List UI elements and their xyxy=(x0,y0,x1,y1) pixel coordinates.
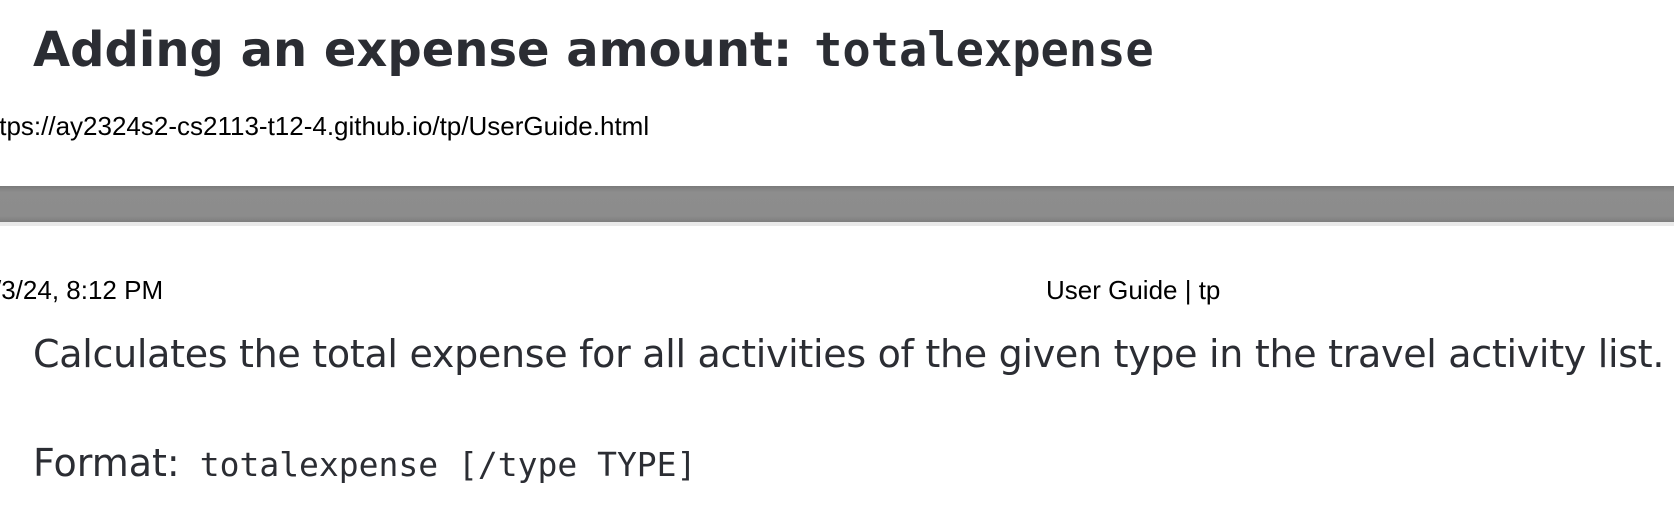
page-break-separator xyxy=(0,186,1674,222)
print-header-datetime: /3/24, 8:12 PM xyxy=(0,275,164,305)
section-heading-code: totalexpense xyxy=(814,23,1154,78)
command-format: Format: totalexpense [/type TYPE] xyxy=(33,435,696,493)
page-break-edge xyxy=(0,222,1674,226)
format-code: totalexpense [/type TYPE] xyxy=(199,445,697,484)
section-heading-text: Adding an expense amount: xyxy=(33,22,793,78)
print-header-title: User Guide | tp xyxy=(1046,275,1221,305)
section-heading: Adding an expense amount: totalexpense xyxy=(33,14,1154,87)
page-bottom-area: Adding an expense amount: totalexpense tt… xyxy=(0,0,1674,186)
print-footer-url: ttps://ay2324s2-cs2113-t12-4.github.io/t… xyxy=(0,111,650,141)
format-label: Format: xyxy=(33,441,180,485)
command-description: Calculates the total expense for all act… xyxy=(33,332,1665,376)
